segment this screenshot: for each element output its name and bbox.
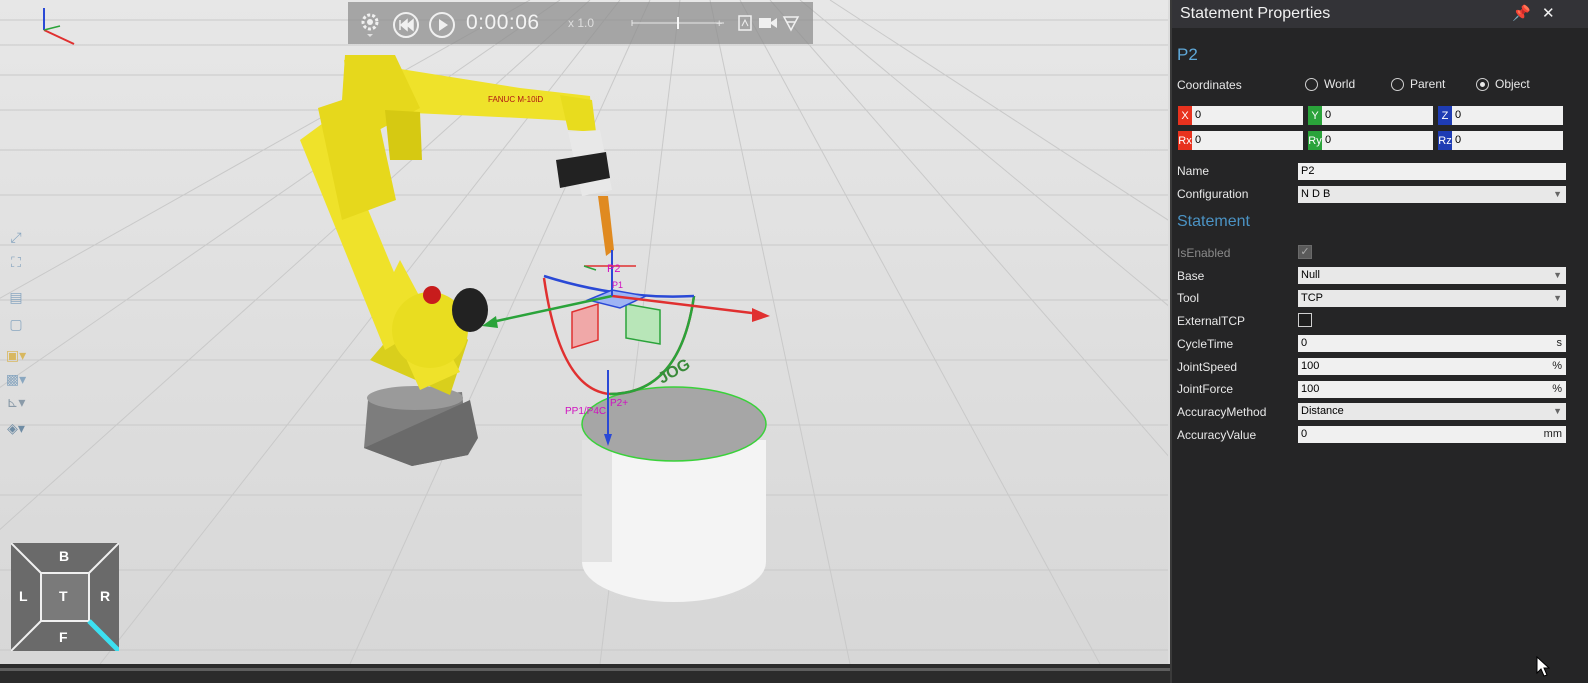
pin-icon[interactable]: 📌 (1512, 4, 1531, 22)
pdf-export-icon[interactable] (738, 15, 752, 31)
viewcube-front[interactable]: F (59, 629, 68, 645)
statement-section-heading: Statement (1177, 213, 1250, 230)
name-input[interactable]: P2 (1298, 163, 1566, 180)
statement-properties-panel: Statement Properties 📌 ✕ P2 Coordinates … (1170, 0, 1588, 683)
panel-title: Statement Properties (1180, 5, 1331, 22)
chevron-down-icon: ▼ (1553, 293, 1562, 303)
viewcube-top[interactable]: T (59, 588, 68, 604)
speed-slider[interactable]: + (630, 14, 726, 32)
chevron-down-icon: ▼ (1553, 189, 1562, 199)
viewcube-left[interactable]: L (19, 588, 28, 604)
name-label: Name (1177, 164, 1210, 178)
configuration-label: Configuration (1177, 187, 1249, 201)
radio-parent-circle[interactable] (1391, 77, 1404, 91)
rewind-button[interactable] (392, 11, 420, 39)
radio-world[interactable]: World (1305, 77, 1355, 91)
viewport-bottom-bar (0, 664, 1170, 683)
3d-viewport[interactable]: FANUC M-10iD P2 P1 JOG PP1/P4C P2+ 0:00:… (0, 0, 1168, 664)
item-name-heading: P2 (1177, 45, 1198, 64)
rz-field[interactable]: Rz 0 (1438, 131, 1563, 150)
axes-display-icon[interactable]: ⊾▾ (5, 392, 27, 412)
base-point2-label: P2+ (610, 398, 628, 409)
chevron-down-icon: ▼ (1553, 406, 1562, 416)
base-label: Base (1177, 269, 1205, 283)
viewcube-right[interactable]: R (100, 588, 110, 604)
jointspeed-input[interactable]: 100 % (1298, 358, 1566, 375)
isenabled-label: IsEnabled (1177, 246, 1231, 260)
x-field[interactable]: X 0 (1178, 106, 1303, 125)
jog-label: JOG (656, 356, 694, 388)
cube-view-icon[interactable]: ▢ (5, 314, 27, 334)
zoom-extents-icon[interactable]: ⛶ (5, 252, 27, 272)
chevron-down-icon: ▼ (1553, 270, 1562, 280)
jointforce-input[interactable]: 100 % (1298, 381, 1566, 398)
robot-base[interactable] (364, 386, 478, 466)
tool-dropdown[interactable]: TCP ▼ (1298, 290, 1566, 307)
viewcube-back[interactable]: B (59, 548, 69, 564)
playback-toolbar: 0:00:06 x 1.0 + (348, 2, 813, 44)
fit-view-icon[interactable]: ⤢ (5, 227, 27, 247)
cycletime-label: CycleTime (1177, 337, 1234, 351)
base-points-label: PP1/P4C (565, 406, 606, 417)
tool-label: Tool (1177, 291, 1200, 305)
robot-brand-label: FANUC M-10iD (488, 95, 543, 104)
jointforce-label: JointForce (1177, 382, 1234, 396)
scene-canvas[interactable]: FANUC M-10iD P2 P1 JOG PP1/P4C P2+ (0, 0, 1168, 664)
target-p1-label: P1 (612, 280, 623, 290)
accuracyvalue-input[interactable]: 0 mm (1298, 426, 1566, 443)
svg-text:+: + (716, 18, 722, 30)
coordinates-label: Coordinates (1177, 78, 1242, 92)
robot-arm[interactable] (300, 55, 614, 395)
play-button[interactable] (428, 11, 456, 39)
settings-gear-icon[interactable] (360, 12, 380, 38)
box-display-icon[interactable]: ▣▾ (5, 345, 27, 365)
origin-axes-icon (43, 8, 75, 45)
radio-parent[interactable]: Parent (1391, 77, 1445, 91)
video-record-icon[interactable] (758, 16, 778, 30)
cycletime-input[interactable]: 0 s (1298, 335, 1566, 352)
accuracyvalue-label: AccuracyValue (1177, 428, 1257, 442)
close-icon[interactable]: ✕ (1542, 4, 1555, 22)
configuration-dropdown[interactable]: N D B ▼ (1298, 186, 1566, 203)
cylinder-workpiece[interactable] (581, 386, 767, 602)
externaltcp-label: ExternalTCP (1177, 314, 1246, 328)
jointspeed-label: JointSpeed (1177, 360, 1238, 374)
externaltcp-checkbox[interactable] (1298, 313, 1312, 327)
isenabled-checkbox[interactable]: ✓ (1298, 245, 1312, 259)
z-field[interactable]: Z 0 (1438, 106, 1563, 125)
fullscreen-icon[interactable] (782, 14, 800, 32)
radio-object-circle[interactable] (1476, 77, 1489, 91)
rx-field[interactable]: Rx 0 (1178, 131, 1303, 150)
target-p2-label: P2 (607, 263, 620, 275)
accuracymethod-label: AccuracyMethod (1177, 405, 1267, 419)
mouse-cursor-icon (1536, 656, 1550, 677)
playback-speed: x 1.0 (568, 16, 595, 30)
y-field[interactable]: Y 0 (1308, 106, 1433, 125)
radio-object[interactable]: Object (1476, 77, 1530, 91)
ry-field[interactable]: Ry 0 (1308, 131, 1433, 150)
render-mode-icon[interactable]: ◈▾ (5, 418, 27, 438)
playback-time: 0:00:06 (466, 11, 540, 34)
image-display-icon[interactable]: ▩▾ (5, 369, 27, 389)
view-mode-icon[interactable]: ▤ (5, 287, 27, 307)
panel-header: Statement Properties 📌 ✕ (1172, 0, 1588, 28)
view-cube[interactable]: B L T R F (10, 542, 121, 653)
accuracymethod-dropdown[interactable]: Distance ▼ (1298, 403, 1566, 420)
base-dropdown[interactable]: Null ▼ (1298, 267, 1566, 284)
radio-world-circle[interactable] (1305, 77, 1318, 91)
